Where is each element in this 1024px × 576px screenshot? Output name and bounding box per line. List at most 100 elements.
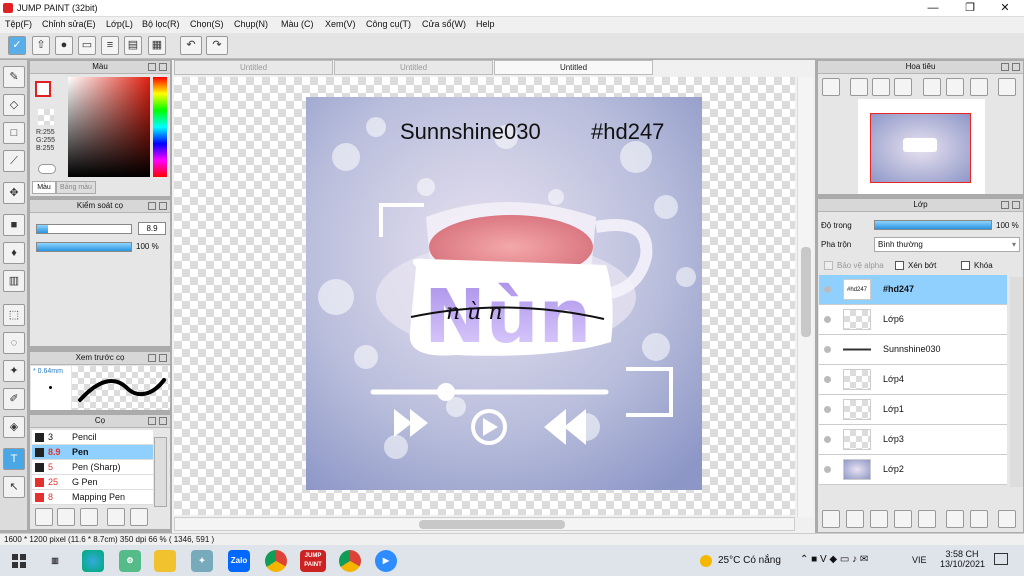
windows-start-icon[interactable]	[12, 554, 26, 568]
zalo-icon[interactable]: Zalo	[228, 550, 250, 572]
brush-group-icon[interactable]	[130, 508, 148, 526]
chrome-icon[interactable]	[339, 550, 361, 572]
language-indicator[interactable]: VIE	[912, 555, 927, 565]
navigator-viewport[interactable]	[870, 113, 971, 183]
float-icon[interactable]	[1001, 201, 1009, 209]
layer-list-scrollbar[interactable]	[1010, 277, 1023, 487]
menu-file[interactable]: Tệp(F)	[5, 19, 32, 29]
horizontal-scroll-thumb[interactable]	[419, 520, 565, 529]
float-icon[interactable]	[148, 202, 156, 210]
list-item[interactable]: 5 Pen (Sharp)	[32, 460, 153, 475]
app-icon[interactable]: ⚙	[119, 550, 141, 572]
close-panel-icon[interactable]	[1012, 63, 1020, 71]
close-panel-icon[interactable]	[159, 417, 167, 425]
check-icon[interactable]: ✓	[8, 36, 26, 55]
tab-untitled-1[interactable]: Untitled	[174, 60, 333, 75]
jump-paint-icon[interactable]: JUMP PAINT	[300, 550, 326, 572]
layer-row[interactable]: Lớp4	[819, 365, 1007, 395]
document-icon[interactable]: ≡	[101, 36, 119, 55]
redo-icon[interactable]: ↷	[206, 36, 228, 55]
protect-alpha-checkbox[interactable]	[824, 261, 833, 270]
vertical-scroll-thumb[interactable]	[801, 247, 811, 337]
tray-icons[interactable]: ⌃ ■ V ◆ ▭ ♪ ✉	[800, 554, 868, 565]
brush-menu-icon[interactable]	[80, 508, 98, 526]
trash-icon[interactable]	[998, 510, 1016, 528]
list-item[interactable]: 8 Mapping Pen	[32, 490, 153, 505]
main-color-swatch[interactable]	[35, 81, 51, 97]
artwork-canvas[interactable]: Sunnshine030 #hd247 Nùn n ù n	[306, 97, 702, 490]
close-panel-icon[interactable]	[159, 354, 167, 362]
tab-untitled-2[interactable]: Untitled	[334, 60, 493, 75]
brush-tool-icon[interactable]: ✎	[3, 66, 25, 88]
rotate-left-icon[interactable]	[923, 78, 941, 96]
fit-icon[interactable]	[872, 78, 890, 96]
weather-text[interactable]: 25°C Có nắng	[718, 555, 781, 566]
select-pen-tool-icon[interactable]: ✐	[3, 388, 25, 410]
fill-rect-tool-icon[interactable]: ■	[3, 214, 25, 236]
chrome-icon[interactable]	[265, 550, 287, 572]
menu-capture[interactable]: Chụp(N)	[234, 19, 268, 29]
app-icon[interactable]: ✦	[191, 550, 213, 572]
notification-icon[interactable]	[994, 553, 1008, 565]
close-panel-icon[interactable]	[159, 63, 167, 71]
brush-size-value[interactable]: 8.9	[138, 222, 166, 235]
transparent-swatch[interactable]	[38, 109, 54, 125]
close-panel-icon[interactable]	[159, 202, 167, 210]
close-panel-icon[interactable]	[1012, 201, 1020, 209]
float-icon[interactable]	[148, 417, 156, 425]
lock-checkbox[interactable]	[961, 261, 970, 270]
menu-help[interactable]: Help	[476, 19, 495, 29]
menu-color[interactable]: Màu (C)	[281, 19, 314, 29]
tab-color[interactable]: Màu	[32, 181, 56, 194]
color-saturation-picker[interactable]	[68, 77, 150, 177]
reset-view-icon[interactable]	[946, 78, 964, 96]
menu-tools[interactable]: Công cụ(T)	[366, 19, 411, 29]
layer-row-hd247[interactable]: #hd247 #hd247	[819, 275, 1007, 305]
zoom-out-icon[interactable]	[894, 78, 912, 96]
blend-mode-select[interactable]: Bình thường ▾	[874, 237, 1020, 252]
bucket-tool-icon[interactable]: ♦	[3, 242, 25, 264]
menu-window[interactable]: Cửa sổ(W)	[422, 19, 466, 29]
export-icon[interactable]: ⇧	[32, 36, 50, 55]
eye-icon[interactable]	[38, 164, 56, 174]
brush-folder-icon[interactable]	[35, 508, 53, 526]
gradient-tool-icon[interactable]: ▥	[3, 270, 25, 292]
eye-icon[interactable]	[824, 436, 831, 443]
float-icon[interactable]	[1001, 63, 1009, 71]
brush-list-scrollbar[interactable]	[154, 437, 167, 507]
tab-palette[interactable]: Bảng màu	[56, 181, 96, 194]
menu-view[interactable]: Xem(V)	[325, 19, 356, 29]
brush-size-slider[interactable]	[36, 224, 132, 234]
text-tool-icon[interactable]: T	[3, 448, 25, 470]
brush-copy-icon[interactable]	[107, 508, 125, 526]
duplicate-layer-icon[interactable]	[870, 510, 888, 528]
copy-layer-icon[interactable]	[946, 510, 964, 528]
layer-row[interactable]: Lớp6	[819, 305, 1007, 335]
tab-untitled-3[interactable]: Untitled	[494, 60, 653, 75]
select-eraser-tool-icon[interactable]: ◈	[3, 416, 25, 438]
eye-icon[interactable]	[824, 376, 831, 383]
menu-select[interactable]: Chọn(S)	[190, 19, 224, 29]
hue-slider[interactable]	[153, 77, 167, 177]
layer-mask-icon[interactable]	[894, 510, 912, 528]
move-tool-icon[interactable]: ✥	[3, 182, 25, 204]
menu-filter[interactable]: Bộ lọc(R)	[142, 19, 180, 29]
eye-icon[interactable]	[824, 466, 831, 473]
brush-opacity-slider[interactable]	[36, 242, 132, 252]
layer-row[interactable]: Lớp3	[819, 425, 1007, 455]
merge-layer-icon[interactable]	[970, 510, 988, 528]
eye-icon[interactable]	[824, 406, 831, 413]
menu-layer[interactable]: Lớp(L)	[106, 19, 133, 29]
operation-tool-icon[interactable]: ↖	[3, 476, 25, 498]
layer-opacity-slider[interactable]	[874, 220, 992, 230]
new-layer-type-icon[interactable]	[846, 510, 864, 528]
navigator-preview[interactable]	[858, 99, 985, 194]
minimize-button[interactable]: —	[916, 0, 950, 17]
list-item[interactable]: 8.9 Pen	[32, 445, 153, 460]
list-item[interactable]: 3 Pencil	[32, 430, 153, 445]
new-brush-icon[interactable]	[57, 508, 75, 526]
chat-icon[interactable]: ▭	[78, 36, 96, 55]
rect-tool-icon[interactable]: □	[3, 122, 25, 144]
page-icon[interactable]: ▤	[124, 36, 142, 55]
task-view-icon[interactable]: ▥	[44, 550, 66, 572]
